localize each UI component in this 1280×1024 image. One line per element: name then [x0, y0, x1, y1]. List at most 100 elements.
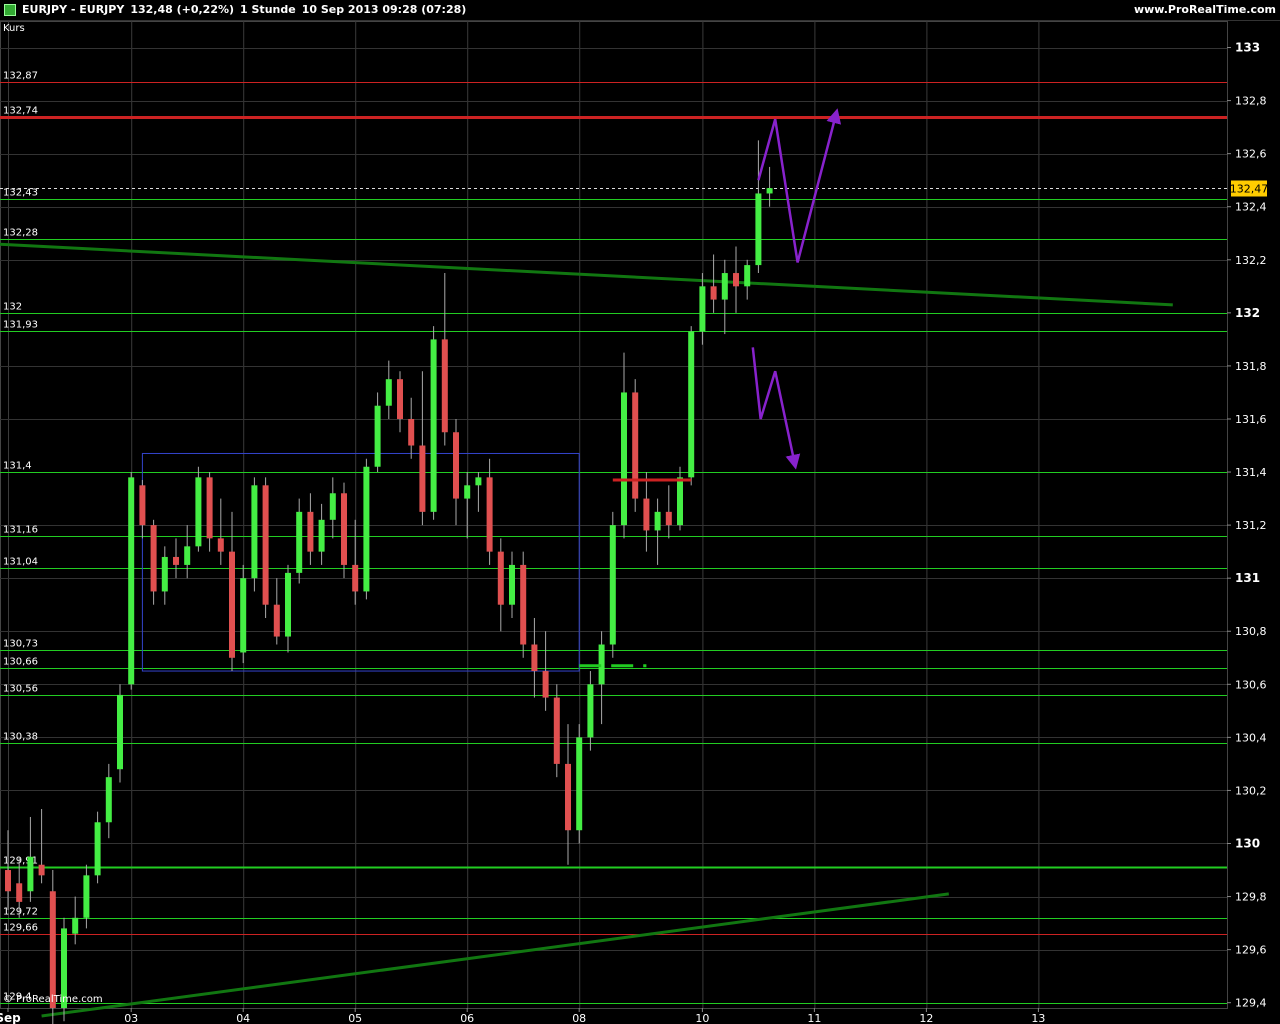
- candle-body: [94, 822, 101, 876]
- y-tick-label: 130: [1235, 837, 1260, 851]
- level-label: 129,66: [3, 923, 38, 934]
- y-tick-label: 131,6: [1235, 413, 1267, 426]
- y-tick-label: 132,2: [1235, 254, 1267, 267]
- candle-body: [464, 485, 471, 499]
- candle-body: [72, 917, 79, 934]
- x-tick-label: 12: [919, 1012, 933, 1024]
- candle-body: [430, 339, 437, 512]
- candle-body: [217, 538, 224, 552]
- y-tick-label: 130,8: [1235, 625, 1267, 638]
- x-tick-label: 06: [460, 1012, 474, 1024]
- chart-window: EURJPY - EURJPY 132,48 (+0,22%) 1 Stunde…: [0, 0, 1280, 1024]
- candle-body: [150, 525, 157, 592]
- candle-body: [441, 339, 448, 433]
- level-label: 131,93: [3, 320, 38, 331]
- y-tick-label: 129,8: [1235, 891, 1267, 904]
- candle-body: [665, 511, 672, 526]
- candle-body: [766, 188, 773, 194]
- y-tick-label: 130,2: [1235, 784, 1267, 797]
- candle-body: [105, 777, 112, 823]
- y-tick-label: 129,6: [1235, 944, 1267, 957]
- candle-body: [16, 883, 23, 902]
- candle-body: [576, 737, 583, 831]
- candle-body: [229, 551, 235, 658]
- x-tick-label: 11: [807, 1012, 821, 1024]
- candle-body: [38, 864, 45, 876]
- candle-body: [285, 572, 291, 637]
- candle-body: [744, 265, 751, 287]
- candle-body: [486, 477, 493, 552]
- y-tick-label: 132: [1235, 306, 1260, 320]
- candle-body: [273, 604, 280, 637]
- candle-body: [710, 286, 717, 300]
- candle-body: [721, 273, 728, 300]
- y-tick-label: 129,4: [1235, 997, 1267, 1010]
- candle-body: [453, 432, 459, 499]
- y-tick-label: 133: [1235, 41, 1260, 55]
- candle-body: [755, 193, 762, 266]
- candle-body: [27, 856, 34, 892]
- candle-body: [341, 493, 347, 565]
- candle-body: [475, 477, 482, 486]
- plot-frame: [0, 21, 1228, 1009]
- candle-body: [128, 477, 135, 685]
- level-label: 130,66: [3, 657, 38, 668]
- candle-body: [553, 697, 560, 764]
- candle-body: [699, 286, 706, 332]
- candle-body: [509, 564, 515, 605]
- candle-body: [587, 684, 594, 738]
- copyright: © ProRealTime.com: [3, 994, 103, 1005]
- level-label: 130,56: [3, 684, 38, 695]
- candle-body: [497, 551, 504, 605]
- candle-body: [531, 644, 538, 672]
- y-tick-label: 130,4: [1235, 731, 1267, 744]
- y-tick-label: 131,2: [1235, 519, 1267, 532]
- candle-body: [677, 477, 683, 526]
- y-tick-label: 132,6: [1235, 148, 1267, 161]
- level-label: 132,87: [3, 71, 38, 82]
- candle-body: [5, 870, 11, 892]
- candle-body: [733, 273, 739, 287]
- candle-body: [318, 519, 325, 552]
- y-tick-label: 130,6: [1235, 678, 1267, 691]
- y-tick-label: 131: [1235, 571, 1260, 585]
- candle-body: [251, 485, 258, 579]
- candle-body: [654, 511, 661, 531]
- candle-body: [240, 578, 247, 653]
- level-label: 131,04: [3, 557, 38, 568]
- candle-body: [688, 331, 695, 478]
- candle-body: [408, 418, 415, 446]
- x-tick-label: 10: [695, 1012, 709, 1024]
- level-label: 132,74: [3, 106, 38, 117]
- candle-body: [565, 763, 571, 831]
- candle-body: [643, 498, 650, 531]
- panel-label: Kurs: [3, 23, 25, 34]
- candle-body: [195, 477, 202, 547]
- x-tick-label: 04: [236, 1012, 250, 1024]
- time-axis: Sep 03 04 05 06 08 10 11 12 13: [0, 1008, 1045, 1024]
- price-axis: 132,47 133 132,8 132,6 132,4 132,2 132 131,8 131…: [1227, 41, 1268, 1010]
- candle-body: [352, 564, 359, 592]
- price-chart[interactable]: 132,87 132,74 132,43 132,28 132 131,93 131,4 13…: [0, 0, 1280, 1024]
- level-label: 131,4: [3, 461, 32, 472]
- y-tick-label: 132,8: [1235, 95, 1267, 108]
- candle-body: [621, 392, 627, 526]
- level-label: 130,38: [3, 732, 38, 743]
- candle-body: [329, 493, 336, 520]
- level-label: 132,43: [3, 188, 38, 199]
- candle-body: [173, 556, 179, 565]
- level-label: 132,28: [3, 228, 38, 239]
- last-price-tag: 132,47: [1230, 183, 1269, 196]
- y-tick-label: 131,4: [1235, 466, 1267, 479]
- candle-body: [542, 671, 549, 698]
- y-tick-label: 132,4: [1235, 201, 1267, 214]
- grid: [0, 21, 1228, 1009]
- x-tick-label: 03: [124, 1012, 138, 1024]
- candle-body: [609, 525, 616, 645]
- level-label: 130,73: [3, 639, 38, 650]
- candle-body: [307, 511, 314, 552]
- x-tick-label: 08: [572, 1012, 586, 1024]
- candle-body: [632, 392, 639, 499]
- candle-body: [397, 379, 403, 419]
- x-tick-label: 05: [348, 1012, 362, 1024]
